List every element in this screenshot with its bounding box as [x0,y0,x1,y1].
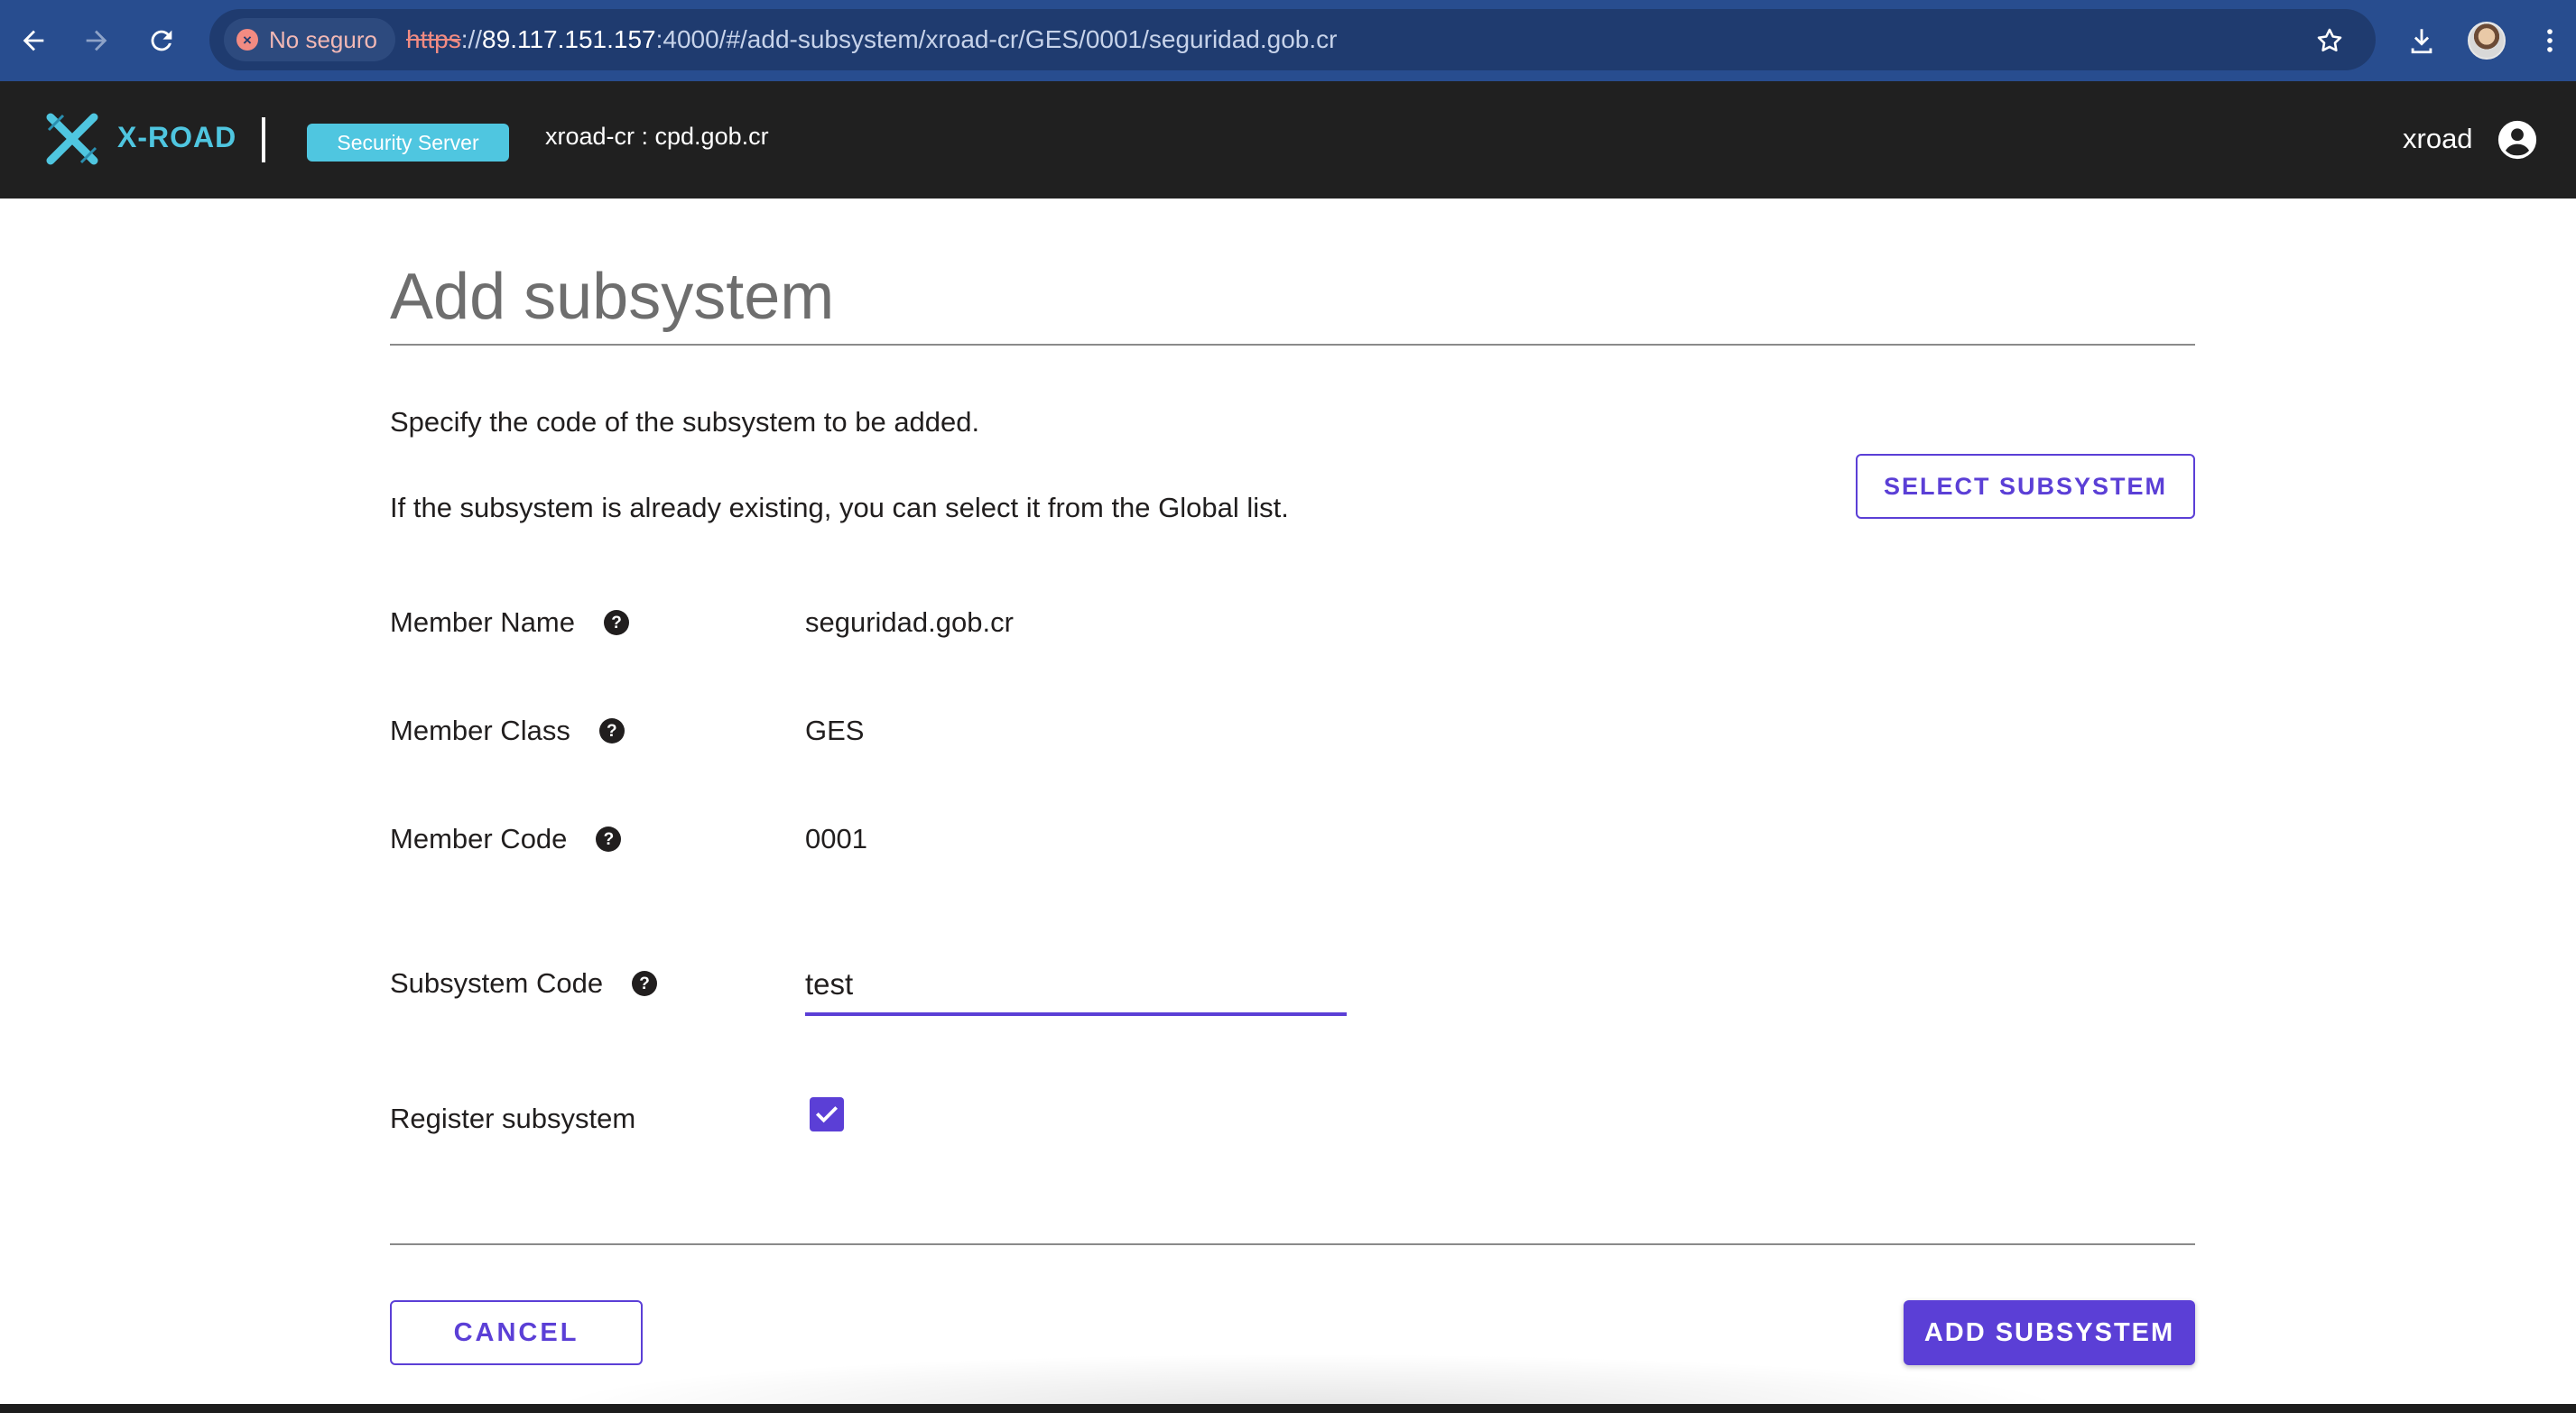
not-secure-icon: × [236,29,258,51]
url-separator: :// [460,25,483,53]
help-circle-icon[interactable]: ? [596,827,622,852]
account-circle-icon[interactable] [2497,119,2538,161]
subsystem-code-label-text: Subsystem Code [390,967,604,999]
download-icon [2411,29,2432,54]
url-path: :4000/#/add-subsystem/xroad-cr/GES/0001/… [655,25,1338,53]
security-server-badge: Security Server [307,124,509,162]
header-divider [262,117,265,162]
window-bottom-edge [0,1404,2576,1413]
member-class-value: GES [805,715,865,746]
subsystem-code-input[interactable] [805,956,1347,1016]
description-global-list: If the subsystem is already existing, yo… [390,492,1289,523]
bottom-shadow [542,1353,2076,1408]
subsystem-code-label: Subsystem Code ? [390,967,658,1000]
browser-menu-button[interactable] [2527,18,2572,63]
address-bar[interactable]: × No seguro https://89.117.151.157:4000/… [209,9,2376,70]
page-title: Add subsystem [390,261,835,333]
title-divider [390,344,2195,346]
profile-avatar[interactable] [2468,22,2506,60]
member-code-label: Member Code ? [390,823,622,855]
select-subsystem-button[interactable]: SELECT SUBSYSTEM [1856,454,2195,519]
forward-button[interactable] [74,18,119,63]
help-circle-icon[interactable]: ? [604,610,629,635]
reload-icon [151,30,172,51]
description-text: Specify the code of the subsystem to be … [390,406,980,438]
xroad-logo-icon[interactable] [42,108,103,170]
member-code-value: 0001 [805,823,867,854]
member-name-label: Member Name ? [390,606,629,639]
member-class-label: Member Class ? [390,715,625,747]
url-host: 89.117.151.157 [482,25,656,53]
arrow-left-icon [23,30,44,51]
security-label: No seguro [269,25,377,53]
app-header: X-ROAD Security Server xroad-cr : cpd.go… [0,81,2576,199]
member-code-label-text: Member Code [390,823,568,854]
back-button[interactable] [11,18,56,63]
security-chip[interactable]: × No seguro [224,18,395,61]
downloads-button[interactable] [2399,18,2444,63]
user-name[interactable]: xroad [2403,123,2473,155]
more-vert-icon [2547,29,2553,52]
reload-button[interactable] [139,18,184,63]
arrow-right-icon [86,30,107,51]
help-circle-icon[interactable]: ? [598,718,625,743]
url-text[interactable]: https://89.117.151.157:4000/#/add-subsys… [406,9,1337,70]
browser-toolbar: × No seguro https://89.117.151.157:4000/… [0,0,2576,81]
help-circle-icon[interactable]: ? [632,971,658,996]
bookmark-button[interactable] [2307,18,2352,63]
server-id: xroad-cr : cpd.gob.cr [545,123,769,150]
register-subsystem-checkbox[interactable] [810,1097,844,1131]
star-icon [2317,28,2342,52]
footer-divider [390,1243,2195,1245]
check-icon [815,1106,839,1123]
url-scheme: https [406,25,461,53]
member-name-label-text: Member Name [390,606,575,638]
member-name-value: seguridad.gob.cr [805,606,1014,638]
member-class-label-text: Member Class [390,715,570,746]
logo-text[interactable]: X-ROAD [117,121,236,154]
register-subsystem-label: Register subsystem [390,1103,636,1134]
